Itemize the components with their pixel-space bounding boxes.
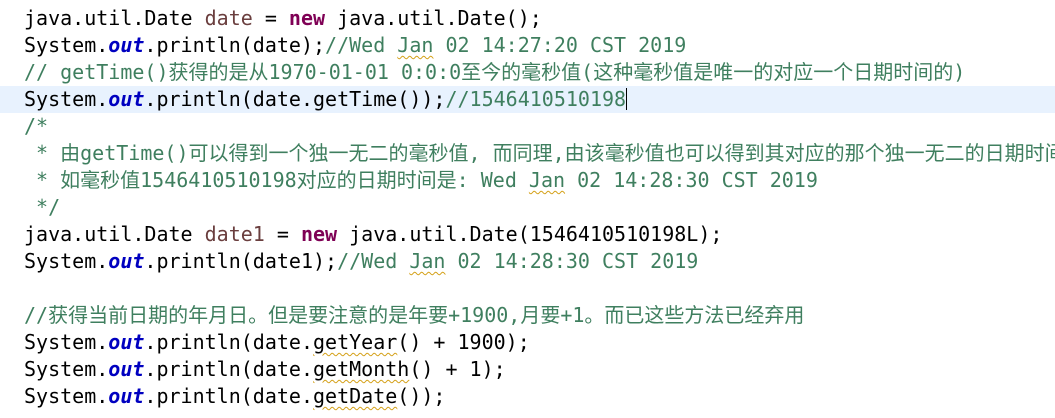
code-token: java.util.Date();: [325, 6, 542, 30]
code-line[interactable]: */: [0, 194, 1055, 221]
text-caret: [626, 88, 628, 110]
code-line[interactable]: //获得当前日期的年月日。但是要注意的是年要+1900,月要+1。而已这些方法已…: [0, 302, 1055, 329]
code-line[interactable]: System.out.println(date.getMonth() + 1);: [0, 356, 1055, 383]
comment-token: //获得当前日期的年月日。但是要注意的是年要+1900,月要+1。而已这些方法已…: [24, 303, 805, 327]
variable-token: date1: [204, 222, 265, 246]
keyword-token: new: [300, 222, 338, 246]
static-field-token: out: [108, 249, 145, 273]
comment-token: * 如毫秒值1546410510198对应的日期时间是: Wed: [24, 168, 529, 192]
code-editor[interactable]: java.util.Date date = new java.util.Date…: [0, 0, 1055, 418]
code-token: System.: [24, 249, 109, 273]
code-token: =: [264, 222, 301, 246]
comment-token: */: [24, 195, 61, 219]
comment-token: Jan: [409, 249, 446, 273]
current-code-line[interactable]: System.out.println(date.getTime());//154…: [0, 86, 1055, 113]
comment-token: //1546410510198: [445, 87, 627, 111]
code-token: System.: [24, 357, 109, 381]
code-token: java.util.Date(1546410510198L);: [337, 222, 723, 246]
comment-token: * 由getTime()可以得到一个独一无二的毫秒值, 而同理,由该毫秒值也可以…: [24, 141, 1055, 165]
code-token: .println(date.: [144, 330, 313, 354]
comment-token: 02 14:28:30 CST 2019: [565, 168, 818, 192]
code-token: System.: [24, 87, 109, 111]
code-token: System.: [24, 384, 109, 408]
code-line[interactable]: * 如毫秒值1546410510198对应的日期时间是: Wed Jan 02 …: [0, 167, 1055, 194]
static-field-token: out: [108, 384, 145, 408]
comment-token: 02 14:28:30 CST 2019: [445, 249, 699, 273]
code-token: .println(date.getTime());: [144, 87, 446, 111]
comment-token: //Wed: [325, 33, 398, 57]
comment-token: //Wed: [337, 249, 410, 273]
code-line[interactable]: java.util.Date date = new java.util.Date…: [0, 5, 1055, 32]
code-token: () + 1900);: [397, 330, 530, 354]
code-line[interactable]: System.out.println(date1);//Wed Jan 02 1…: [0, 248, 1055, 275]
comment-token: // getTime()获得的是从1970-01-01 0:0:0至今的毫秒值(…: [24, 60, 966, 84]
code-token: () + 1);: [409, 357, 506, 381]
code-line[interactable]: System.out.println(date);//Wed Jan 02 14…: [0, 32, 1055, 59]
code-line[interactable]: /*: [0, 113, 1055, 140]
comment-token: 02 14:27:20 CST 2019: [433, 33, 687, 57]
code-token: System.: [24, 330, 109, 354]
code-token: ());: [397, 384, 446, 408]
code-token: .println(date1);: [144, 249, 338, 273]
code-line[interactable]: * 由getTime()可以得到一个独一无二的毫秒值, 而同理,由该毫秒值也可以…: [0, 140, 1055, 167]
code-token: java.util.Date: [24, 222, 205, 246]
deprecated-method-token: getDate: [313, 384, 398, 408]
static-field-token: out: [108, 87, 145, 111]
comment-token: Jan: [528, 168, 566, 192]
static-field-token: out: [108, 357, 145, 381]
deprecated-method-token: getMonth: [313, 357, 410, 381]
code-token: java.util.Date: [24, 6, 205, 30]
code-token: .println(date.: [144, 357, 313, 381]
code-token: .println(date.: [144, 384, 313, 408]
code-token: System.: [24, 33, 109, 57]
keyword-token: new: [288, 6, 326, 30]
comment-token: /*: [24, 114, 49, 138]
code-line[interactable]: System.out.println(date.getDate());: [0, 383, 1055, 410]
code-token: =: [252, 6, 289, 30]
code-line[interactable]: java.util.Date date1 = new java.util.Dat…: [0, 221, 1055, 248]
code-token: .println(date);: [144, 33, 326, 57]
code-line[interactable]: // getTime()获得的是从1970-01-01 0:0:0至今的毫秒值(…: [0, 59, 1055, 86]
code-line[interactable]: [0, 275, 1055, 302]
deprecated-method-token: getYear: [313, 330, 398, 354]
comment-token: Jan: [397, 33, 434, 57]
static-field-token: out: [108, 33, 145, 57]
code-line[interactable]: System.out.println(date.getYear() + 1900…: [0, 329, 1055, 356]
variable-token: date: [204, 6, 253, 30]
static-field-token: out: [108, 330, 145, 354]
